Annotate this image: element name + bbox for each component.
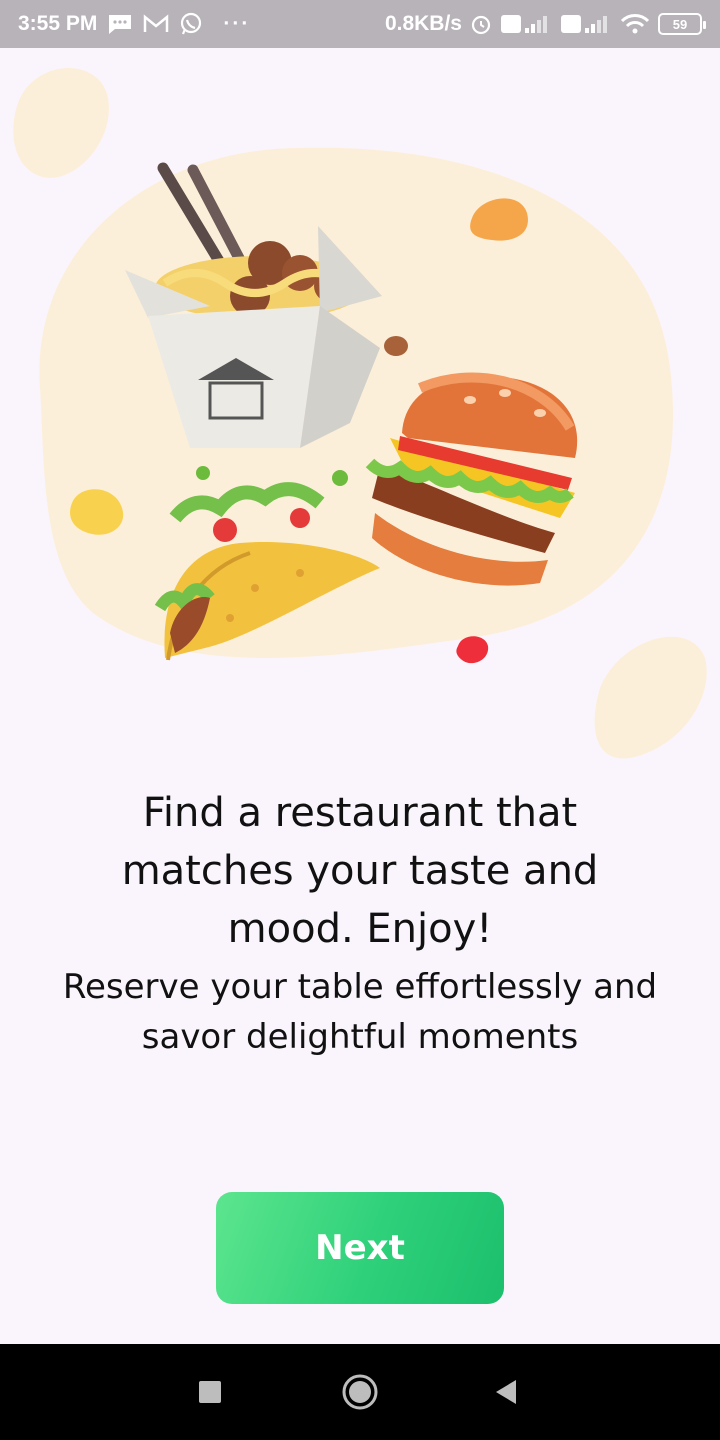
recents-icon — [199, 1381, 221, 1403]
battery-level: 59 — [672, 16, 688, 32]
onboarding-headline: Find a restaurant that matches your tast… — [121, 790, 599, 952]
confetti-green-2 — [332, 470, 348, 486]
network-speed: 0.8KB/s — [384, 12, 462, 35]
recents-button[interactable] — [162, 1344, 258, 1440]
confetti-green-1 — [196, 466, 210, 480]
home-button[interactable] — [312, 1344, 408, 1440]
home-icon — [342, 1374, 378, 1410]
gmail-icon — [143, 14, 169, 34]
navigation-bar — [0, 1344, 720, 1440]
more-notifications-icon: ··· — [223, 12, 251, 35]
battery-icon: 59 — [658, 13, 706, 35]
whatsapp-icon — [179, 12, 203, 36]
onboarding-subtext: Reserve your table effortlessly and savo… — [62, 967, 658, 1057]
wifi-icon — [620, 13, 650, 35]
blob-bottom-right — [594, 636, 707, 759]
blob-top-left — [13, 68, 109, 178]
food-illustration — [13, 68, 707, 759]
back-button[interactable] — [458, 1344, 554, 1440]
status-bar: 3:55 PM ··· 0.8KB/s 59 — [0, 0, 720, 48]
volte-signal-icon — [500, 13, 552, 35]
next-button[interactable]: Next — [216, 1192, 504, 1304]
confetti-red — [456, 636, 489, 664]
alarm-icon — [470, 13, 492, 35]
back-icon — [496, 1380, 516, 1404]
confetti-brown — [384, 336, 408, 356]
status-time: 3:55 PM — [18, 12, 98, 35]
volte-signal-2-icon — [560, 13, 612, 35]
message-icon — [107, 13, 133, 35]
